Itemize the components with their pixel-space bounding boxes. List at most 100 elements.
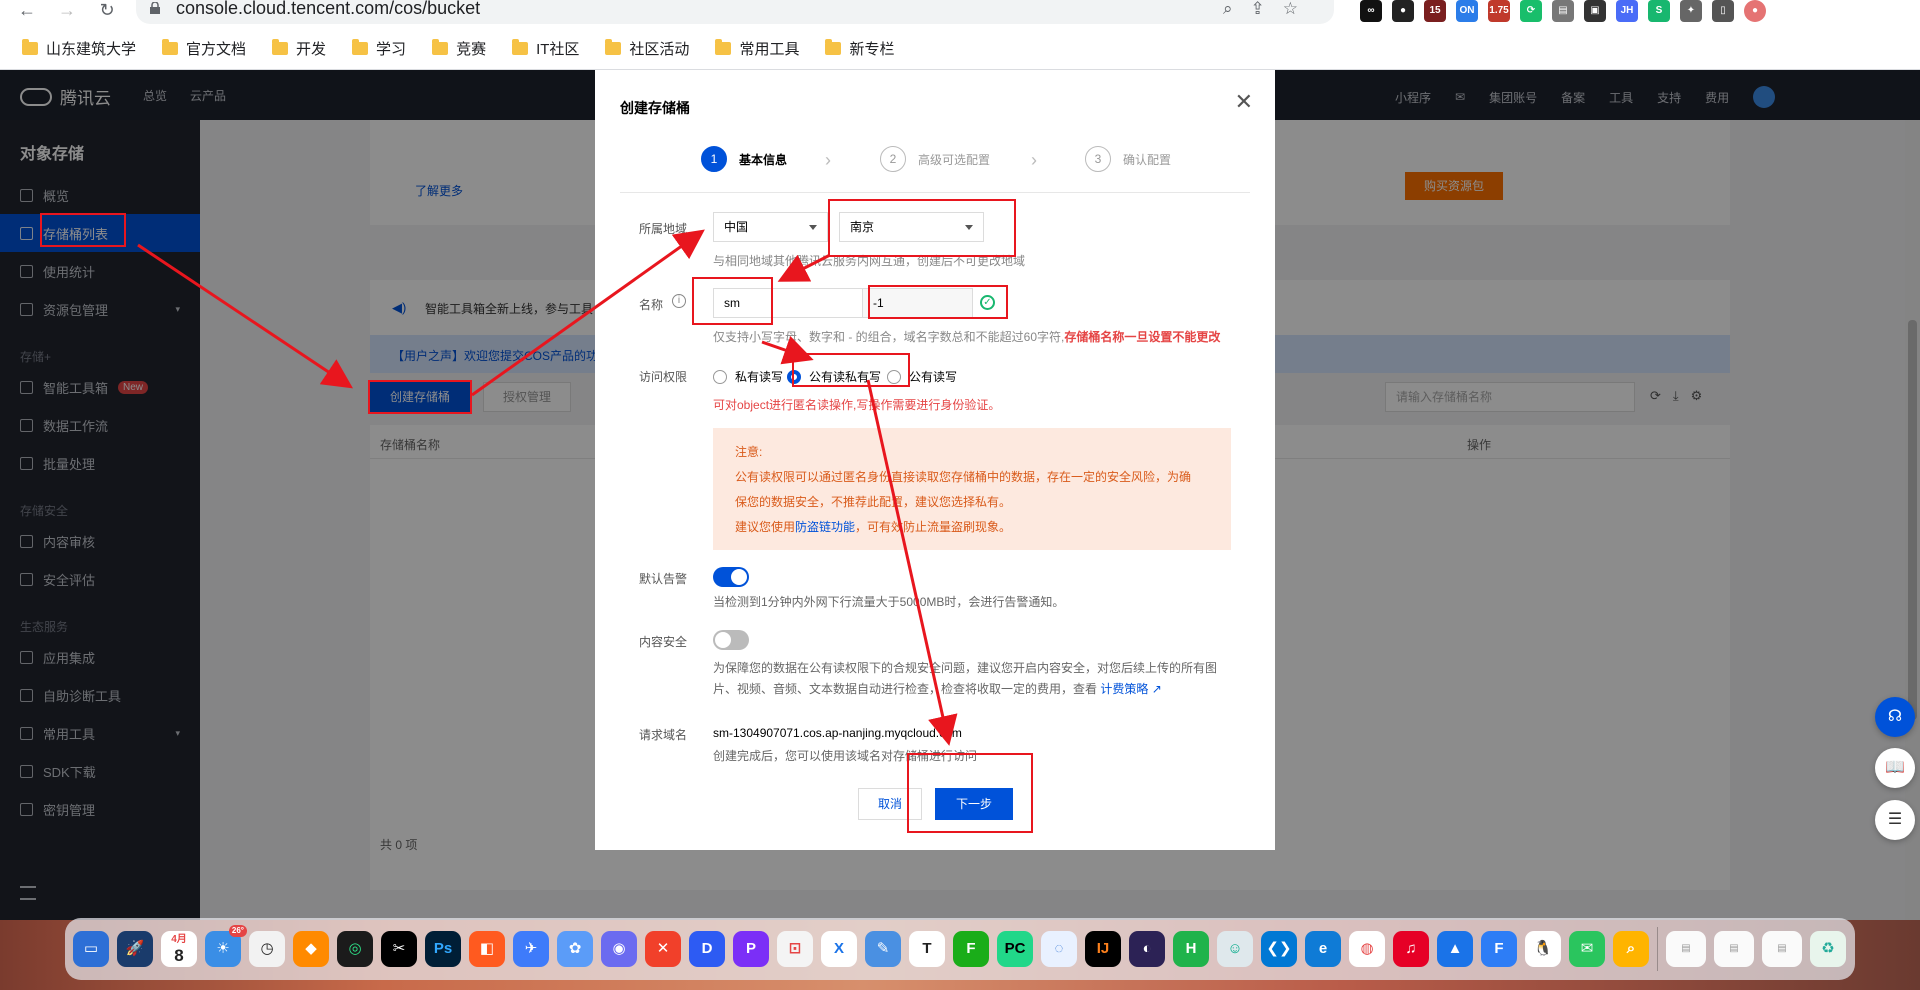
bookmark-folder[interactable]: 社区活动 [605,38,689,59]
petals-icon[interactable]: ✿ [557,931,593,967]
s-extension-icon[interactable]: S [1648,0,1670,22]
typora-icon[interactable]: T [909,931,945,967]
x-app-icon[interactable]: ✕ [645,931,681,967]
p-app-icon[interactable]: P [733,931,769,967]
f-app-icon[interactable]: F [1481,931,1517,967]
circle-app-icon[interactable]: ◉ [601,931,637,967]
pencil-app-icon[interactable]: ✎ [865,931,901,967]
vscode-icon[interactable]: ❮❯ [1261,931,1297,967]
xmind-icon[interactable]: X [821,931,857,967]
window-thumbnail[interactable]: ▤ [1762,931,1802,967]
sync-app-icon[interactable]: ◌ [1041,931,1077,967]
netease-music-icon[interactable]: ♫ [1393,931,1429,967]
bookmark-folder[interactable]: 新专栏 [825,38,894,59]
mountain-app-icon[interactable]: ▲ [1437,931,1473,967]
chevron-right-icon: › [825,150,831,170]
window-thumbnail[interactable]: ▤ [1714,931,1754,967]
folder-icon [605,39,622,55]
access-warning: 可对object进行匿名读操作,写操作需要进行身份验证。 [713,398,1001,412]
annotation-box-next [907,753,1033,833]
calendar-icon[interactable]: 4月 8 [161,931,197,967]
alarm-help: 当检测到1分钟内外网下行流量大于5000MB时，会进行告警通知。 [713,595,1065,609]
address-bar-tools[interactable]: ⌕⇪☆ [1223,0,1316,19]
folder-icon [715,39,732,55]
bookmark-app-icon[interactable]: ◧ [469,931,505,967]
caret-down-icon [809,225,817,230]
annotation-box-name [692,277,773,325]
badge-extension-icon[interactable]: 15 [1424,0,1446,22]
fire-icon[interactable]: ◆ [293,931,329,967]
chat-app-icon[interactable]: ☺ [1217,931,1253,967]
window-thumbnail[interactable]: ▤ [1666,931,1706,967]
bookmark-folder[interactable]: 官方文档 [162,38,246,59]
intellij-icon[interactable]: IJ [1085,931,1121,967]
name-immutable-warning: 存储桶名称一旦设置不能更改 [1064,330,1221,344]
folder-icon [432,39,449,55]
forward-arrow-icon[interactable]: → [52,0,82,22]
bookmark-folder[interactable]: 山东建筑大学 [22,38,136,59]
alarm-toggle[interactable] [713,567,749,587]
qq-icon[interactable]: 🐧 [1525,931,1561,967]
capcut-icon[interactable]: ✂ [381,931,417,967]
bookmark-folder[interactable]: 常用工具 [715,38,799,59]
bilibili-icon[interactable]: ⊡ [777,931,813,967]
bookmark-folder[interactable]: 学习 [352,38,406,59]
puzzle-icon[interactable]: ✦ [1680,0,1702,22]
list-icon[interactable]: ☰ [1875,800,1915,840]
dock-separator [1657,927,1658,971]
anti-leech-link[interactable]: 防盗链功能 [795,520,855,534]
search-app-icon[interactable]: ⌕ [1613,931,1649,967]
close-icon[interactable]: ✕ [1235,91,1253,113]
bookmarks-bar: 山东建筑大学 官方文档 开发 学习 竞赛 IT社区 社区活动 常用工具 新专栏 [0,28,1920,70]
qr-extension-icon[interactable]: ▣ [1584,0,1606,22]
folder-icon [512,39,529,55]
weather-icon[interactable]: ☀ 26° [205,925,247,967]
info-icon[interactable]: i [672,294,686,308]
name-label: 名称 [639,298,664,312]
pycharm-icon[interactable]: PC [997,931,1033,967]
browser-toolbar: ← → ↻ console.cloud.tencent.com/cos/buck… [0,0,1920,28]
billing-policy-link[interactable]: 计费策略 [1100,682,1148,696]
infinity-extension-icon[interactable]: ∞ [1360,0,1382,22]
launchpad-icon[interactable]: 🚀 [117,931,153,967]
speed-extension-icon[interactable]: 1.75 [1488,0,1510,22]
bookmark-folder[interactable]: 开发 [272,38,326,59]
trash-icon[interactable]: ♻ [1810,931,1846,967]
wechat-icon[interactable]: ✉ [1569,931,1605,967]
copy-extension-icon[interactable]: ▤ [1552,0,1574,22]
bookmark-folder[interactable]: 竞赛 [432,38,486,59]
spiral-icon[interactable]: ◎ [337,931,373,967]
chrome-icon[interactable]: ◍ [1349,931,1385,967]
customer-service-icon[interactable]: ☊ [1875,697,1915,737]
region-label: 所属地域 [639,222,688,236]
h-app-icon[interactable]: H [1173,931,1209,967]
content-security-help: 为保障您的数据在公有读权限下的合规安全问题，建议您开启内容安全，对您后续上传的所… [713,661,1218,696]
sidepanel-icon[interactable]: ▯ [1712,0,1734,22]
bird-icon[interactable]: ✈ [513,931,549,967]
edge-icon[interactable]: e [1305,931,1341,967]
d-app-icon[interactable]: D [689,931,725,967]
eclipse-icon[interactable]: ◐ [1129,931,1165,967]
leaf-app-icon[interactable]: F [953,931,989,967]
step-advanced: 2 高级可选配置 [880,146,990,172]
steps-divider [620,192,1250,193]
profile-avatar-icon[interactable]: ● [1744,0,1766,22]
on-extension-icon[interactable]: ON [1456,0,1478,22]
url-text: console.cloud.tencent.com/cos/bucket [176,0,481,18]
cat-extension-icon[interactable]: ● [1392,0,1414,22]
annotation-box-region [828,199,1016,257]
content-security-toggle[interactable] [713,630,749,650]
address-bar[interactable]: console.cloud.tencent.com/cos/bucket ⌕⇪☆ [136,0,1334,24]
photoshop-icon[interactable]: Ps [425,931,461,967]
clock-icon[interactable]: ◷ [249,931,285,967]
docs-icon[interactable]: 📖 [1875,748,1915,788]
radio-private[interactable]: 私有读写 [713,368,783,385]
region-country-select[interactable]: 中国 [713,212,828,242]
bookmark-folder[interactable]: IT社区 [512,38,579,59]
finder-icon[interactable]: ▭ [73,931,109,967]
reload-icon[interactable]: ↻ [92,0,122,22]
back-arrow-icon[interactable]: ← [12,0,42,22]
extension-icons: ∞ ● 15 ON 1.75 ⟳ ▤ ▣ JH S ✦ ▯ ● [1360,0,1766,24]
refresh-extension-icon[interactable]: ⟳ [1520,0,1542,22]
jh-extension-icon[interactable]: JH [1616,0,1638,22]
